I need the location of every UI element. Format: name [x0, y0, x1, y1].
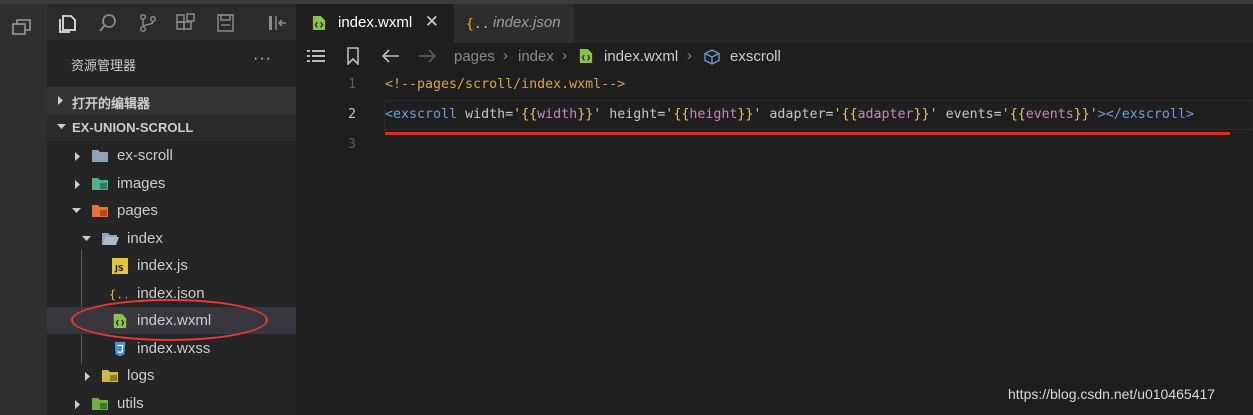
- red-annotation-ellipse: [71, 299, 268, 341]
- json-file-icon: {..}: [466, 17, 490, 31]
- explorer-sidebar: 资源管理器 ··· 打开的编辑器 EX-UNION-SCROLL ex-scro…: [47, 4, 296, 415]
- extensions-icon[interactable]: [175, 13, 197, 33]
- tree-item-pages[interactable]: pages: [47, 197, 296, 224]
- list-icon[interactable]: [307, 49, 325, 63]
- images-folder-icon: [92, 178, 108, 190]
- code-attr-value: width: [537, 107, 578, 122]
- chevron-down-icon: [72, 208, 81, 213]
- code-attr-name: height: [609, 107, 658, 122]
- code-editor[interactable]: 1 2 3 <!--pages/scroll/index.wxml--> <ex…: [296, 71, 1253, 415]
- sidebar-toolbar: [47, 4, 296, 40]
- breadcrumb-index[interactable]: index: [518, 48, 554, 65]
- close-tab-button[interactable]: ✕: [425, 12, 439, 32]
- code-close-tag: ></exscroll>: [1097, 107, 1194, 122]
- breadcrumb-separator: ›: [503, 47, 508, 64]
- cube-icon: [704, 49, 720, 65]
- bookmark-icon[interactable]: [346, 47, 360, 65]
- chevron-right-icon: [58, 96, 63, 105]
- breadcrumb-symbol[interactable]: exscroll: [730, 48, 781, 65]
- tree-item-label: ex-scroll: [117, 147, 173, 164]
- js-file-icon: JS: [112, 258, 128, 274]
- breadcrumb-separator: ›: [562, 47, 567, 64]
- code-attr-value: height: [689, 107, 738, 122]
- chevron-down-icon: [82, 236, 91, 241]
- arrow-right-icon[interactable]: [418, 49, 436, 63]
- open-editors-section[interactable]: 打开的编辑器: [47, 87, 296, 114]
- chevron-right-icon: [75, 400, 80, 409]
- search-icon[interactable]: [97, 13, 119, 33]
- panel-left-icon[interactable]: [267, 13, 289, 33]
- tree-item-label: index.wxss: [137, 340, 211, 357]
- chevron-right-icon: [75, 152, 80, 161]
- window-restore-icon[interactable]: [12, 18, 32, 36]
- breadcrumb-file[interactable]: index.wxml: [604, 48, 678, 65]
- breadcrumb-separator: ›: [687, 47, 692, 64]
- save-icon[interactable]: [215, 13, 237, 33]
- code-line-1: <!--pages/scroll/index.wxml-->: [385, 77, 626, 92]
- tree-item-label: pages: [117, 202, 158, 219]
- red-annotation-underline: [385, 132, 1230, 135]
- code-attr-name: width: [465, 107, 506, 122]
- svg-text:{..}: {..}: [466, 17, 490, 31]
- editor-tab-bar: index.wxml ✕ {..} index.json: [296, 4, 1253, 43]
- code-attr-name: events: [945, 107, 994, 122]
- tree-item-label: index: [127, 230, 163, 247]
- tree-item-label: index.js: [137, 257, 188, 274]
- tab-index-wxml[interactable]: index.wxml ✕: [296, 4, 454, 43]
- source-control-icon[interactable]: [137, 13, 159, 33]
- chevron-down-icon: [57, 124, 66, 129]
- code-attr-value: adapter: [857, 107, 914, 122]
- activity-strip: [0, 4, 47, 415]
- watermark-text: https://blog.csdn.net/u010465417: [1008, 386, 1216, 402]
- line-number: 3: [348, 137, 356, 152]
- editor-nav-bar: pages › index › index.wxml › exscroll: [296, 43, 1253, 71]
- chevron-right-icon: [85, 372, 90, 381]
- more-actions-button[interactable]: ···: [253, 50, 272, 68]
- pages-folder-icon: [92, 205, 108, 217]
- tree-item-index-js[interactable]: JS index.js: [47, 252, 296, 279]
- folder-icon: [92, 150, 108, 162]
- logs-folder-icon: [102, 370, 118, 382]
- line-number: 1: [348, 77, 356, 92]
- svg-text:{..}: {..}: [109, 288, 127, 302]
- tree-item-label: images: [117, 175, 166, 192]
- tree-item-images[interactable]: images: [47, 170, 296, 197]
- explorer-title: 资源管理器: [71, 58, 137, 73]
- svg-text:JS: JS: [114, 264, 124, 273]
- code-open-tag: <exscroll: [385, 107, 458, 122]
- open-editors-label: 打开的编辑器: [72, 96, 151, 111]
- tree-item-logs[interactable]: logs: [47, 362, 296, 389]
- project-section[interactable]: EX-UNION-SCROLL: [47, 114, 296, 141]
- wxml-file-icon: [312, 16, 326, 30]
- code-attr-value: events: [1025, 107, 1074, 122]
- project-label: EX-UNION-SCROLL: [72, 120, 194, 135]
- line-number: 2: [348, 107, 356, 122]
- tree-item-label: utils: [117, 395, 144, 412]
- tree-item-ex-scroll[interactable]: ex-scroll: [47, 142, 296, 169]
- tab-label: index.wxml: [338, 14, 413, 31]
- chevron-right-icon: [75, 180, 80, 189]
- utils-folder-icon: [92, 398, 108, 410]
- tab-index-json[interactable]: {..} index.json: [454, 4, 574, 43]
- tree-item-index-folder[interactable]: index: [47, 225, 296, 252]
- tree-item-utils[interactable]: utils: [47, 390, 296, 415]
- tree-item-label: logs: [127, 367, 155, 384]
- wxml-file-icon: [579, 49, 593, 63]
- folder-open-icon: [102, 233, 119, 245]
- wxss-file-icon: [114, 341, 126, 357]
- arrow-left-icon[interactable]: [382, 49, 400, 63]
- files-icon[interactable]: [57, 13, 79, 33]
- tab-label: index.json: [493, 14, 561, 31]
- code-line-2: <exscroll width='{{width}}' height='{{he…: [385, 107, 1194, 122]
- breadcrumb-pages[interactable]: pages: [454, 48, 495, 65]
- json-file-icon: {..}: [109, 288, 127, 302]
- code-attr-name: adapter: [769, 107, 826, 122]
